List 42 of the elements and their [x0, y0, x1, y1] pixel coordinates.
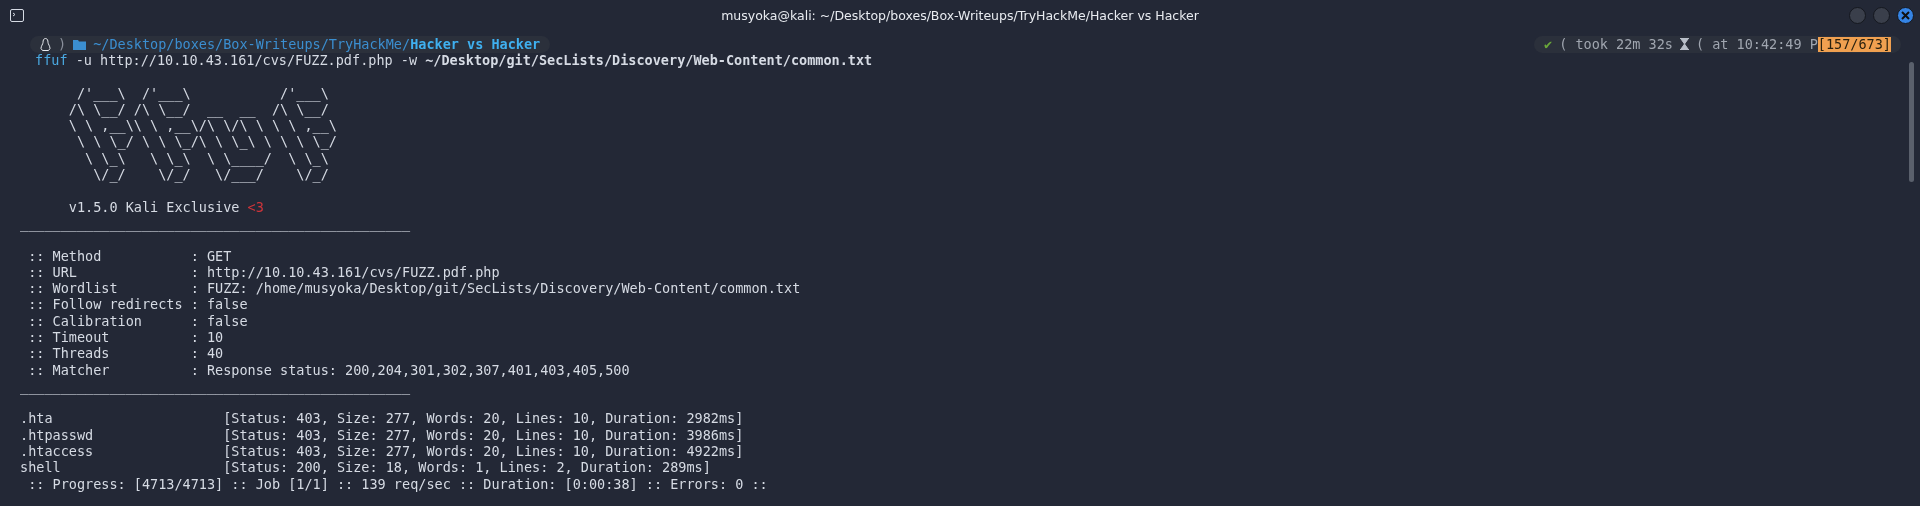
hourglass-icon — [1679, 38, 1689, 51]
close-button[interactable] — [1897, 6, 1914, 24]
config-line: :: Method : GET — [27, 248, 232, 264]
elapsed-time: ( took 22m 32s — [1559, 36, 1673, 52]
ascii-art-line: \/_/ \/_/ \/___/ \/_/ — [92, 167, 329, 182]
current-directory: Hacker vs Hacker — [410, 37, 541, 53]
maximize-button[interactable] — [1873, 6, 1890, 24]
scrollbar[interactable] — [1909, 62, 1914, 182]
result-info: [Status: 403, Size: 277, Words: 20, Lines: 10, Duration: 3986ms] — [223, 427, 744, 443]
result-info: [Status: 403, Size: 277, Words: 20, Lines: 10, Duration: 2982ms] — [223, 411, 744, 427]
clock-time: ( at 10:42:49 P — [1695, 37, 1818, 53]
minimize-button[interactable] — [1849, 6, 1866, 24]
result-info: [Status: 403, Size: 277, Words: 20, Lines: 10, Duration: 4922ms] — [223, 444, 744, 460]
result-path: .hta — [20, 411, 54, 427]
ascii-art-line: /'___\ /'___\ /'___\ — [75, 85, 329, 101]
progress-line: :: Progress: [4713/4713] :: Job [1/1] :: 139 req/sec :: Duration: [0:00:38] :: Errors: 0 :: — [27, 476, 768, 492]
divider-line: ________________________________________________ — [20, 378, 411, 394]
config-line: :: Matcher : Response status: 200,204,301,302,307,401,403,405,500 — [27, 362, 630, 378]
command-line: ffuf -u http://10.10.43.161/cvs/FUZZ.pdf.php -w ~/Desktop/git/SecLists/Discovery/Web-Content/common.txt — [35, 52, 873, 69]
terminal-icon — [10, 8, 24, 22]
version-line: v1.5.0 Kali Exclusive <3 — [67, 198, 264, 216]
directory-path: ~/Desktop/boxes/Box-Writeups/TryHackMe/ — [93, 37, 411, 53]
config-line: :: URL : http://10.10.43.161/cvs/FUZZ.pdf.php — [27, 264, 500, 280]
config-line: :: Wordlist : FUZZ: /home/musyoka/Desktop/git/SecLists/Discovery/Web-Content/common.txt — [27, 281, 801, 297]
close-icon — [1901, 10, 1910, 20]
config-line: :: Timeout : 10 — [27, 330, 224, 345]
divider-line: ________________________________________________ — [20, 215, 411, 231]
prompt-separator: ) — [58, 36, 67, 52]
folder-icon — [73, 38, 87, 50]
ascii-art-line: \ \ \_/ \ \ \_/\ \ \_\ \ \ \ \_/ — [75, 134, 337, 150]
result-path: .htpasswd — [20, 427, 95, 443]
config-line: :: Calibration : false — [27, 313, 248, 329]
ascii-art-line: \ \_\ \ \_\ \ \____/ \ \_\ — [84, 150, 329, 166]
config-line: :: Follow redirects : false — [27, 297, 248, 313]
ascii-art-line: /\ \__/ /\ \__/ __ __ /\ \__/ — [67, 101, 329, 117]
result-path: .htaccess — [20, 444, 95, 460]
config-line: :: Threads : 40 — [27, 346, 224, 362]
ascii-art-line: \ \ ,__\\ \ ,__\/\ \/\ \ \ \ ,__\ — [67, 118, 337, 134]
result-info: [Status: 200, Size: 18, Words: 1, Lines: 2, Duration: 289ms] — [223, 460, 711, 476]
success-mark: ✔ — [1544, 36, 1553, 52]
window-title: musyoka@kali: ~/Desktop/boxes/Box-Writeups/TryHackMe/Hacker vs Hacker — [721, 7, 1199, 23]
result-path: shell — [20, 460, 62, 476]
